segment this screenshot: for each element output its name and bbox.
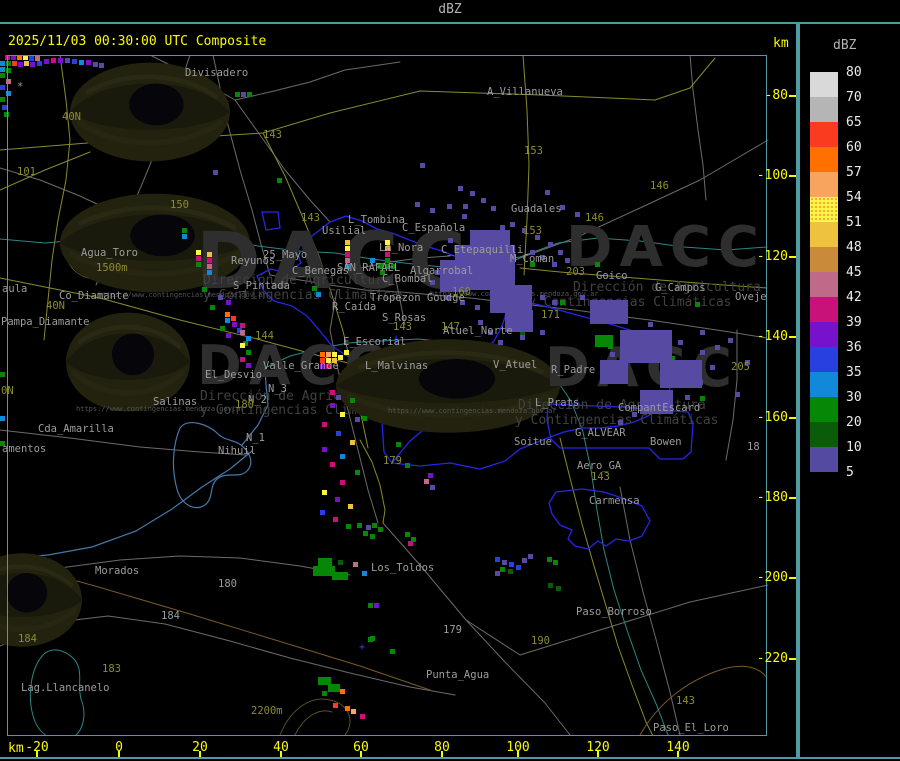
legend-swatch <box>810 247 838 272</box>
legend-value: 80 <box>846 65 862 80</box>
radar-composite-viewer: dBZ 2025/11/03 00:30:00 UTC Composite km <box>0 0 900 761</box>
legend-value: 42 <box>846 290 862 305</box>
map-frame <box>7 55 767 736</box>
legend-value: 10 <box>846 440 862 455</box>
legend-swatch <box>810 272 838 297</box>
y-tick-label: -80 <box>764 88 788 103</box>
legend-swatch <box>810 97 838 122</box>
legend-value: 35 <box>846 365 862 380</box>
timestamp: 2025/11/03 00:30:00 UTC Composite <box>8 34 267 49</box>
legend-swatch <box>810 147 838 172</box>
y-tick-label: -120 <box>756 249 788 264</box>
legend-value: 45 <box>846 265 862 280</box>
legend-swatch <box>810 447 838 472</box>
bottom-divider <box>0 757 900 759</box>
legend-swatch <box>810 422 838 447</box>
y-tick-label: -200 <box>756 570 788 585</box>
legend-value: 39 <box>846 315 862 330</box>
legend-swatch <box>810 172 838 197</box>
y-tick-label: -140 <box>756 329 788 344</box>
title-divider <box>0 22 900 24</box>
legend-value: 5 <box>846 465 854 480</box>
legend-value: 57 <box>846 165 862 180</box>
legend-swatch <box>810 72 838 97</box>
legend-swatch <box>810 372 838 397</box>
legend-title: dBZ <box>833 38 857 53</box>
legend-value: 36 <box>846 340 862 355</box>
legend-swatch <box>810 347 838 372</box>
y-axis-unit: km <box>773 36 789 51</box>
legend-value: 30 <box>846 390 862 405</box>
y-tick-label: -100 <box>756 168 788 183</box>
x-axis-unit: km <box>8 741 24 756</box>
legend-swatch <box>810 397 838 422</box>
legend-value: 60 <box>846 140 862 155</box>
panel-divider <box>796 24 800 757</box>
y-tick-label: -220 <box>756 651 788 666</box>
legend-value: 51 <box>846 215 862 230</box>
y-tick-label: -160 <box>756 410 788 425</box>
legend-value: 48 <box>846 240 862 255</box>
legend-swatch <box>810 222 838 247</box>
legend-value: 65 <box>846 115 862 130</box>
legend-swatch <box>810 322 838 347</box>
legend-value: 20 <box>846 415 862 430</box>
y-tick-label: -180 <box>756 490 788 505</box>
legend-value: 70 <box>846 90 862 105</box>
legend-swatch <box>810 297 838 322</box>
legend-swatch <box>810 197 838 222</box>
legend-swatch <box>810 122 838 147</box>
legend-value: 54 <box>846 190 862 205</box>
page-title: dBZ <box>438 2 462 17</box>
